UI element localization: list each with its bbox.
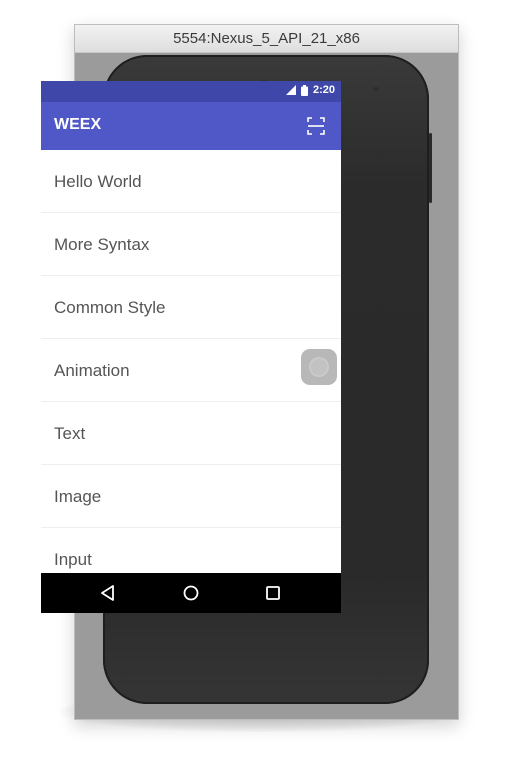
signal-icon [285,85,296,95]
status-time: 2:20 [312,84,335,96]
list-item-label: Text [54,424,86,443]
battery-icon [300,84,308,96]
list-item-label: Input [54,550,92,569]
page: 5554:Nexus_5_API_21_x86 2:20 WEEX Hello … [0,0,517,766]
app-bar: WEEX [41,102,341,150]
status-icons: 2:20 [285,84,335,96]
list-item[interactable]: Hello World [41,150,341,213]
emulator-titlebar[interactable]: 5554:Nexus_5_API_21_x86 [75,25,458,53]
list-item[interactable]: Image [41,465,341,528]
speaker-icon [373,87,379,91]
status-bar: 2:20 [41,81,341,102]
list-item-label: Hello World [54,172,142,191]
emulator-title: 5554:Nexus_5_API_21_x86 [173,30,360,47]
scan-icon[interactable] [307,117,325,135]
list-item[interactable]: More Syntax [41,213,341,276]
list-item-label: Animation [54,361,130,380]
list-item[interactable]: Animation [41,339,341,402]
app-title: WEEX [54,116,102,133]
device-screen: 2:20 WEEX Hello World More Syntax Common… [41,81,341,613]
recents-icon[interactable] [263,583,283,603]
list-item-label: More Syntax [54,235,150,254]
list-item[interactable]: Text [41,402,341,465]
assistive-touch-button[interactable] [301,349,337,385]
list-item[interactable]: Common Style [41,276,341,339]
power-button[interactable] [429,133,432,203]
example-list: Hello World More Syntax Common Style Ani… [41,150,341,591]
list-item-label: Common Style [54,298,166,317]
navigation-bar [41,573,341,613]
back-icon[interactable] [98,583,118,603]
home-icon[interactable] [181,583,201,603]
list-item-label: Image [54,487,102,506]
